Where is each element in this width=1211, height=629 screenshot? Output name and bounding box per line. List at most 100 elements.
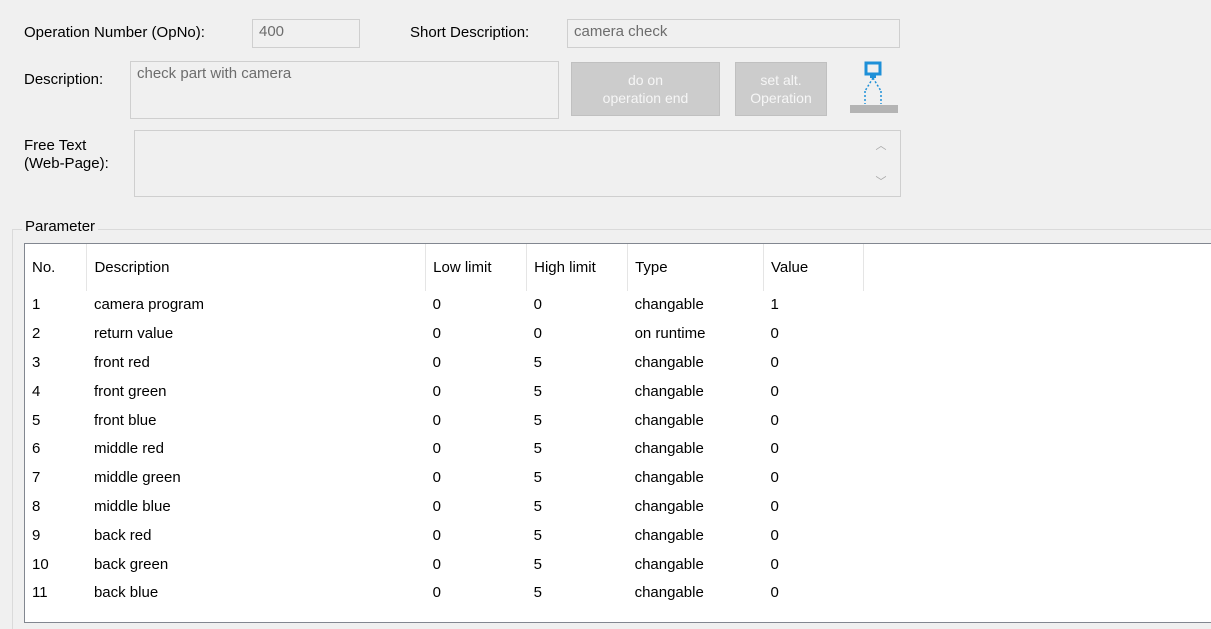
table-row[interactable]: 6 middle red 0 5 changable 0 [25, 435, 1211, 464]
cell-low-limit: 0 [432, 584, 441, 602]
column-header-type[interactable]: Type [627, 244, 764, 291]
cell-type: on runtime [634, 325, 706, 343]
cell-type: changable [634, 382, 704, 400]
cell-high-limit: 0 [533, 325, 542, 343]
cell-type: changable [634, 296, 704, 314]
column-header-description[interactable]: Description [86, 244, 427, 291]
table-row[interactable]: 1 camera program 0 0 changable 1 [25, 291, 1211, 320]
description-label: Description: [24, 71, 104, 88]
cell-no: 8 [32, 497, 41, 515]
cell-high-limit: 5 [533, 497, 542, 515]
cell-value: 0 [770, 440, 779, 458]
cell-value: 0 [770, 382, 779, 400]
cell-low-limit: 0 [432, 526, 441, 544]
cell-filler [863, 493, 1211, 522]
set-alt-operation-button[interactable]: set alt. Operation [735, 62, 827, 116]
short-description-label: Short Description: [410, 24, 530, 41]
cell-value: 0 [770, 353, 779, 371]
table-row[interactable]: 7 middle green 0 5 changable 0 [25, 464, 1211, 493]
table-row[interactable]: 5 front blue 0 5 changable 0 [25, 406, 1211, 435]
short-description-field[interactable]: camera check [567, 19, 900, 48]
set-alt-operation-line1: set alt. [760, 72, 802, 88]
parameter-group-title: Parameter [22, 218, 99, 236]
cell-no: 11 [32, 584, 48, 602]
free-text-field[interactable] [134, 130, 901, 197]
cell-type: changable [634, 584, 704, 602]
opno-label: Operation Number (OpNo): [24, 24, 205, 41]
cell-high-limit: 5 [533, 382, 542, 400]
cell-description: middle green [93, 469, 181, 487]
cell-no: 2 [32, 325, 41, 343]
column-header-high-limit[interactable]: High limit [526, 244, 629, 291]
table-row[interactable]: 8 middle blue 0 5 changable 0 [25, 493, 1211, 522]
cell-filler [863, 349, 1211, 378]
cell-low-limit: 0 [432, 440, 441, 458]
cell-filler [863, 435, 1211, 464]
cell-filler [863, 406, 1211, 435]
table-row[interactable]: 2 return value 0 0 on runtime 0 [25, 320, 1211, 349]
cell-no: 3 [32, 353, 41, 371]
cell-filler [863, 521, 1211, 550]
camera-station-icon[interactable] [848, 60, 900, 116]
do-on-operation-end-line1: do on [627, 72, 664, 88]
cell-no: 4 [32, 382, 41, 400]
table-row[interactable]: 10 back green 0 5 changable 0 [25, 550, 1211, 579]
cell-low-limit: 0 [432, 353, 441, 371]
cell-type: changable [634, 411, 704, 429]
cell-value: 0 [770, 526, 779, 544]
cell-high-limit: 5 [533, 526, 542, 544]
cell-value: 0 [770, 497, 779, 515]
description-field[interactable]: check part with camera [130, 61, 559, 119]
cell-no: 6 [32, 440, 41, 458]
cell-low-limit: 0 [432, 555, 441, 573]
cell-low-limit: 0 [432, 411, 441, 429]
opno-field[interactable]: 400 [252, 19, 360, 48]
table-row[interactable]: 4 front green 0 5 changable 0 [25, 377, 1211, 406]
do-on-operation-end-button[interactable]: do on operation end [571, 62, 720, 116]
cell-low-limit: 0 [432, 497, 441, 515]
table-row[interactable]: 3 front red 0 5 changable 0 [25, 349, 1211, 378]
cell-low-limit: 0 [432, 325, 441, 343]
column-header-value[interactable]: Value [763, 244, 864, 291]
cell-no: 10 [32, 555, 49, 573]
cell-high-limit: 0 [533, 296, 542, 314]
cell-value: 0 [770, 555, 779, 573]
column-header-no[interactable]: No. [25, 244, 88, 291]
cell-value: 0 [770, 325, 779, 343]
cell-type: changable [634, 440, 704, 458]
cell-type: changable [634, 526, 704, 544]
column-header-low-limit[interactable]: Low limit [425, 244, 528, 291]
cell-description: front green [93, 382, 167, 400]
cell-high-limit: 5 [533, 469, 542, 487]
table-header-row: No. Description Low limit High limit Typ… [25, 244, 1211, 291]
cell-description: front blue [93, 411, 157, 429]
chevron-down-icon[interactable]: ﹀ [873, 174, 889, 190]
cell-description: return value [93, 325, 174, 343]
cell-description: middle red [93, 440, 164, 458]
cell-value: 0 [770, 411, 779, 429]
table-row[interactable]: 11 back blue 0 5 changable 0 [25, 579, 1211, 608]
chevron-up-icon[interactable]: ︿ [873, 138, 889, 154]
cell-description: back green [93, 555, 169, 573]
cell-filler [863, 320, 1211, 349]
cell-high-limit: 5 [533, 584, 542, 602]
column-header-filler [863, 244, 1211, 291]
cell-type: changable [634, 353, 704, 371]
set-alt-operation-line2: Operation [750, 90, 812, 106]
cell-no: 1 [32, 296, 41, 314]
cell-low-limit: 0 [432, 296, 441, 314]
cell-filler [863, 291, 1211, 320]
cell-description: back red [93, 526, 152, 544]
table-row[interactable]: 9 back red 0 5 changable 0 [25, 521, 1211, 550]
cell-type: changable [634, 497, 704, 515]
do-on-operation-end-line2: operation end [602, 90, 689, 106]
parameter-list[interactable]: No. Description Low limit High limit Typ… [24, 243, 1211, 623]
free-text-label-line1: Free Text [24, 137, 87, 154]
parameter-table: No. Description Low limit High limit Typ… [25, 244, 1211, 608]
cell-description: back blue [93, 584, 159, 602]
cell-value: 0 [770, 469, 779, 487]
cell-value: 1 [770, 296, 779, 314]
cell-type: changable [634, 555, 704, 573]
cell-filler [863, 377, 1211, 406]
cell-filler [863, 464, 1211, 493]
